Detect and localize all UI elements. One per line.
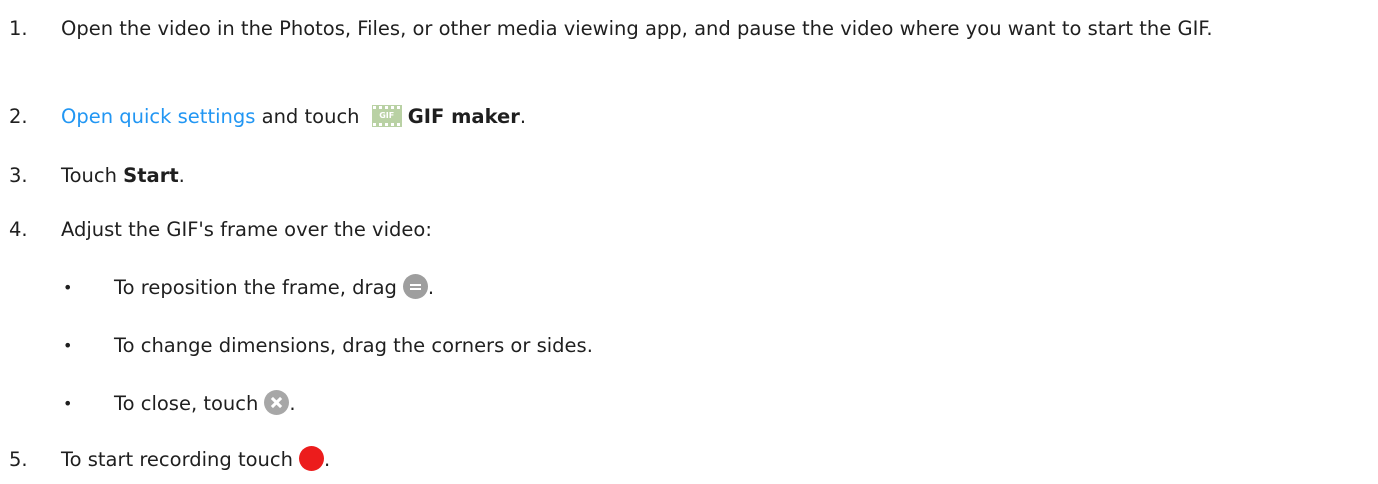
bullet: •: [63, 278, 73, 297]
sub-item-text: To reposition the frame, drag.: [114, 274, 434, 301]
step-number: 1.: [9, 17, 28, 40]
step-text-label: To start recording touch: [61, 448, 294, 471]
sub-item-label: To reposition the frame, drag: [114, 276, 397, 299]
step-number: 4.: [9, 218, 28, 241]
step-text: Touch Start.: [61, 162, 1368, 189]
gif-maker-label: GIF maker: [407, 105, 520, 128]
step-text: Adjust the GIF's frame over the video:: [61, 218, 432, 241]
open-quick-settings-link[interactable]: Open quick settings: [61, 105, 255, 128]
step-text: Open the video in the Photos, Files, or …: [61, 17, 1213, 40]
drag-handle-icon: [402, 274, 428, 299]
step-number: 2.: [9, 105, 28, 128]
bullet: •: [63, 394, 73, 413]
gif-icon-label: GIF: [379, 110, 395, 120]
sub-item-text: To change dimensions, drag the corners o…: [114, 334, 593, 357]
step-text: Open quick settings and touch GIF GIF mak…: [61, 103, 1368, 130]
step-number: 3.: [9, 164, 28, 187]
sub-item-end: .: [289, 392, 296, 415]
step-text-end: .: [324, 448, 331, 471]
record-icon: [299, 446, 325, 471]
step-text-pre: Touch: [61, 164, 124, 187]
close-icon: [264, 390, 290, 415]
bullet: •: [63, 336, 73, 355]
step-number: 5.: [9, 448, 28, 471]
step-text-end: .: [519, 105, 527, 128]
sub-item-end: .: [427, 276, 435, 299]
step-text: To start recording touch.: [61, 446, 1368, 473]
sub-item-label: To close, touch: [114, 392, 259, 415]
gif-maker-icon: GIF: [371, 104, 402, 127]
step-text-mid: and touch: [255, 105, 366, 128]
step-text-end: .: [178, 164, 185, 187]
sub-item-text: To close, touch.: [114, 390, 296, 417]
start-label: Start: [123, 164, 179, 187]
